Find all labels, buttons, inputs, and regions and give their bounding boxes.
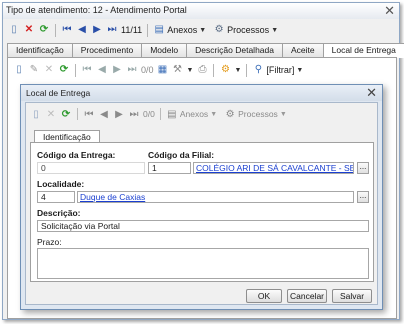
- close-icon[interactable]: ✕: [384, 3, 395, 19]
- tab-descricao-detalhada[interactable]: Descrição Detalhada: [186, 43, 283, 57]
- delete-icon[interactable]: ✕: [23, 24, 35, 36]
- next-record-icon[interactable]: ▶: [111, 64, 123, 76]
- last-record-icon[interactable]: ⏭: [106, 24, 118, 36]
- dialog-title: Local de Entrega: [26, 88, 91, 98]
- print-icon[interactable]: ⎙: [196, 64, 208, 76]
- previous-record-icon[interactable]: ◀: [98, 108, 110, 120]
- main-tabs: Identificação Procedimento Modelo Descri…: [7, 43, 404, 58]
- first-record-icon[interactable]: ⏮: [83, 108, 95, 120]
- attachment-icon: ▤: [167, 108, 177, 120]
- toolbar-separator: [77, 108, 78, 120]
- localidade-link[interactable]: Duque de Caxias: [80, 192, 145, 202]
- save-button[interactable]: Salvar: [332, 289, 372, 303]
- toolbar-separator: [75, 63, 76, 77]
- refresh-icon[interactable]: ⟳: [60, 108, 72, 120]
- tab-identificacao[interactable]: Identificação: [7, 43, 73, 57]
- filial-name-field[interactable]: COLÉGIO ARI DE SÁ CAVALCANTE - SEDE WASH…: [193, 162, 354, 174]
- filter-settings-icon[interactable]: ⚙: [219, 64, 231, 76]
- codigo-filial-field[interactable]: 1: [148, 162, 191, 174]
- record-counter: 0/0: [143, 109, 155, 119]
- tools-icon[interactable]: ⚒: [172, 64, 184, 76]
- localidade-field[interactable]: 4: [37, 191, 75, 203]
- filial-link[interactable]: COLÉGIO ARI DE SÁ CAVALCANTE - SEDE WASH…: [196, 163, 353, 173]
- localidade-label: Localidade:: [37, 179, 85, 189]
- new-document-icon[interactable]: ▯: [13, 64, 25, 76]
- tab-local-de-entrega[interactable]: Local de Entrega: [322, 43, 404, 58]
- toolbar-separator: [147, 23, 149, 37]
- main-toolbar: ▯ ✕ ⟳ ⏮ ◀ ▶ ⏭ 11/11 ▤ Anexos ▼ ⚙ Process…: [4, 21, 398, 39]
- identificacao-panel: Código da Entrega: 0 Código da Filial: 1…: [30, 142, 374, 282]
- toolbar-separator: [55, 23, 56, 37]
- record-counter: 11/11: [121, 25, 143, 35]
- new-document-icon[interactable]: ▯: [8, 24, 20, 36]
- tab-aceite[interactable]: Aceite: [281, 43, 324, 57]
- dialog-titlebar: Local de Entrega ✕: [21, 85, 382, 101]
- chevron-down-icon: ▼: [296, 66, 304, 74]
- close-icon[interactable]: ✕: [366, 85, 377, 101]
- chevron-down-icon: ▼: [210, 110, 218, 118]
- previous-record-icon[interactable]: ◀: [96, 64, 108, 76]
- chevron-down-icon: ▼: [271, 26, 279, 34]
- chevron-down-icon: ▼: [199, 26, 207, 34]
- codigo-entrega-label: Código da Entrega:: [37, 150, 116, 160]
- chevron-down-icon: ▼: [279, 110, 287, 118]
- first-record-icon[interactable]: ⏮: [61, 24, 73, 36]
- last-record-icon[interactable]: ⏭: [128, 108, 140, 120]
- filter-icon: ⚲: [254, 64, 263, 75]
- codigo-filial-label: Código da Filial:: [148, 150, 215, 160]
- first-record-icon[interactable]: ⏮: [81, 64, 93, 76]
- local-de-entrega-dialog: Local de Entrega ✕ ▯ ✕ ⟳ ⏮ ◀ ▶ ⏭ 0/0 ▤ A…: [20, 84, 383, 310]
- dialog-toolbar: ▯ ✕ ⟳ ⏮ ◀ ▶ ⏭ 0/0 ▤ Anexos ▼ ⚙ Processos…: [28, 106, 287, 122]
- ok-button[interactable]: OK: [246, 289, 282, 303]
- prazo-field[interactable]: [37, 248, 369, 279]
- refresh-icon[interactable]: ⟳: [38, 24, 50, 36]
- next-record-icon[interactable]: ▶: [113, 108, 125, 120]
- last-record-icon[interactable]: ⏭: [126, 64, 138, 76]
- anexos-button[interactable]: ▤ Anexos ▼: [153, 24, 206, 36]
- filial-lookup-button[interactable]: ...: [357, 162, 369, 174]
- window-title: Tipo de atendimento: 12 - Atendimento Po…: [6, 5, 187, 15]
- anexos-button[interactable]: ▤ Anexos ▼: [166, 108, 217, 120]
- previous-record-icon[interactable]: ◀: [76, 24, 88, 36]
- chevron-down-icon[interactable]: ▼: [187, 67, 194, 74]
- prazo-label: Prazo:: [37, 237, 62, 247]
- descricao-field[interactable]: Solicitação via Portal: [37, 220, 369, 232]
- toolbar-separator: [159, 108, 161, 120]
- delete-icon[interactable]: ✕: [45, 108, 57, 120]
- attachment-icon: ▤: [154, 24, 164, 35]
- processos-button[interactable]: ⚙ Processos ▼: [224, 108, 287, 120]
- refresh-icon[interactable]: ⟳: [58, 64, 70, 76]
- processos-label: Processos: [227, 25, 270, 35]
- gears-icon: ⚙: [214, 24, 224, 35]
- chevron-down-icon[interactable]: ▼: [234, 67, 241, 74]
- processos-button[interactable]: ⚙ Processos ▼: [213, 24, 278, 36]
- cancel-button[interactable]: Cancelar: [287, 289, 327, 303]
- grid-view-icon[interactable]: ▦: [157, 64, 169, 76]
- anexos-label: Anexos: [167, 25, 198, 35]
- new-document-icon[interactable]: ▯: [30, 108, 42, 120]
- codigo-entrega-field: 0: [37, 162, 145, 174]
- edit-icon[interactable]: ✎: [28, 64, 40, 76]
- window-titlebar: Tipo de atendimento: 12 - Atendimento Po…: [3, 3, 399, 19]
- tab-procedimento[interactable]: Procedimento: [71, 43, 143, 57]
- sub-toolbar: ▯ ✎ ✕ ⟳ ⏮ ◀ ▶ ⏭ 0/0 ▦ ⚒ ▼ ⎙ ⚙ ▼ ⚲ [Filtr…: [9, 61, 395, 79]
- toolbar-separator: [213, 63, 215, 77]
- toolbar-separator: [246, 63, 248, 77]
- filtrar-label: [Filtrar]: [266, 65, 295, 75]
- anexos-label: Anexos: [179, 109, 209, 119]
- descricao-label: Descrição:: [37, 208, 81, 218]
- filtrar-button[interactable]: ⚲ [Filtrar] ▼: [252, 64, 304, 76]
- next-record-icon[interactable]: ▶: [91, 24, 103, 36]
- record-counter: 0/0: [141, 65, 154, 75]
- processos-label: Processos: [238, 109, 278, 119]
- tab-modelo[interactable]: Modelo: [141, 43, 188, 57]
- gears-icon: ⚙: [225, 108, 235, 120]
- localidade-lookup-button[interactable]: ...: [357, 191, 369, 203]
- delete-icon[interactable]: ✕: [43, 64, 55, 76]
- dialog-body: ▯ ✕ ⟳ ⏮ ◀ ▶ ⏭ 0/0 ▤ Anexos ▼ ⚙ Processos…: [25, 102, 378, 305]
- localidade-name-field[interactable]: Duque de Caxias: [77, 191, 354, 203]
